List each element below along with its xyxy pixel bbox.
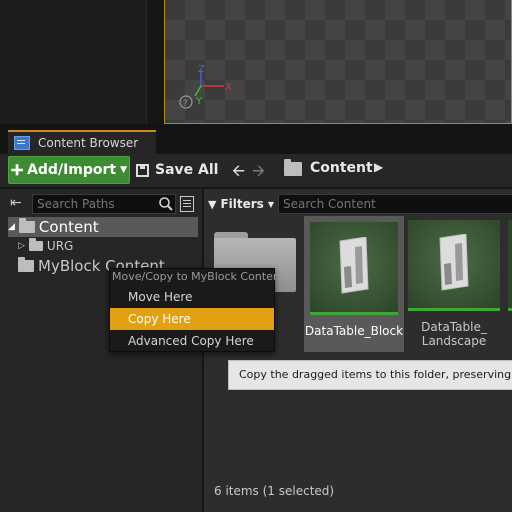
tree-item-label: URG (46, 239, 74, 253)
menu-item-copy-here[interactable]: Copy Here (110, 308, 274, 330)
folder-icon (284, 159, 302, 176)
svg-text:?: ? (183, 99, 188, 109)
content-browser-icon (14, 136, 30, 150)
asset-thumbnail (508, 220, 512, 308)
asset-label-line: DataTable_ (421, 320, 487, 334)
viewport-side-panel (0, 0, 158, 124)
save-all-label: Save All (155, 162, 219, 178)
save-all-button[interactable]: Save All (136, 156, 220, 184)
search-content-input[interactable] (278, 194, 512, 214)
asset-tile-datatable-landscape[interactable]: DataTable_ Landscape (408, 220, 500, 348)
breadcrumb-arrow-icon[interactable]: ▶ (374, 160, 386, 180)
plus-icon: ➕︎ (10, 160, 24, 179)
asset-type-bar (508, 308, 512, 311)
tree-item-label: Content (38, 218, 99, 236)
svg-text:Z: Z (198, 64, 205, 75)
dropdown-arrow-icon: ▼ (120, 165, 128, 175)
asset-type-bar (310, 312, 398, 315)
asset-count-status: 6 items (1 selected) (214, 484, 335, 498)
asset-type-bar (408, 308, 500, 311)
folder-icon (18, 257, 34, 272)
add-import-button[interactable]: ➕︎ Add/Import ▼ (8, 156, 130, 184)
datatable-icon (439, 234, 469, 291)
tree-item-content[interactable]: ◢ Content (8, 217, 198, 237)
menu-item-advanced-copy-here[interactable]: Advanced Copy Here (110, 330, 274, 352)
context-menu-header: Move/Copy to MyBlock Content (112, 270, 285, 283)
back-arrow-icon[interactable]: 🡨 (232, 160, 250, 180)
sources-toggle-icon[interactable]: ⇤ (10, 195, 28, 211)
tooltip: Copy the dragged items to this folder, p… (228, 360, 512, 390)
add-import-label: Add/Import (27, 162, 117, 178)
dropdown-arrow-icon: ▼ (267, 199, 274, 209)
save-icon (136, 163, 149, 177)
view-options-icon[interactable] (180, 196, 194, 212)
search-paths-input[interactable] (32, 194, 176, 214)
expand-arrow-icon[interactable]: ▷ (18, 241, 25, 251)
tab-content-browser[interactable]: Content Browser (8, 130, 156, 154)
tab-label: Content Browser (38, 136, 139, 150)
breadcrumb-content[interactable]: Content (310, 160, 373, 180)
folder-open-icon (18, 218, 35, 233)
collapse-arrow-icon[interactable]: ◢ (8, 222, 15, 232)
forward-arrow-icon[interactable]: 🡪 (252, 160, 270, 180)
menu-item-move-here[interactable]: Move Here (110, 286, 274, 308)
asset-label: DataTable_ Landscape (408, 320, 500, 348)
filters-label: Filters (220, 197, 264, 211)
svg-text:X: X (225, 82, 232, 93)
asset-tile-partial[interactable] (508, 220, 512, 311)
asset-label-line: Landscape (421, 334, 487, 348)
axis-gizmo-icon: Z X Y ? (179, 64, 232, 109)
folder-icon (28, 238, 43, 251)
svg-text:Y: Y (195, 96, 203, 107)
panel-scroll-strip (146, 0, 158, 124)
asset-tile-datatable-block[interactable]: DataTable_Block (304, 216, 404, 352)
asset-label: DataTable_Block (304, 324, 404, 338)
datatable-icon (339, 237, 369, 294)
search-icon[interactable] (158, 196, 174, 212)
filters-button[interactable]: ▼ Filters ▼ (208, 194, 274, 214)
tree-item-urg[interactable]: ▷ URG (18, 238, 73, 254)
asset-thumbnail (310, 222, 398, 312)
filter-icon: ▼ (208, 197, 217, 211)
asset-thumbnail (408, 220, 500, 308)
